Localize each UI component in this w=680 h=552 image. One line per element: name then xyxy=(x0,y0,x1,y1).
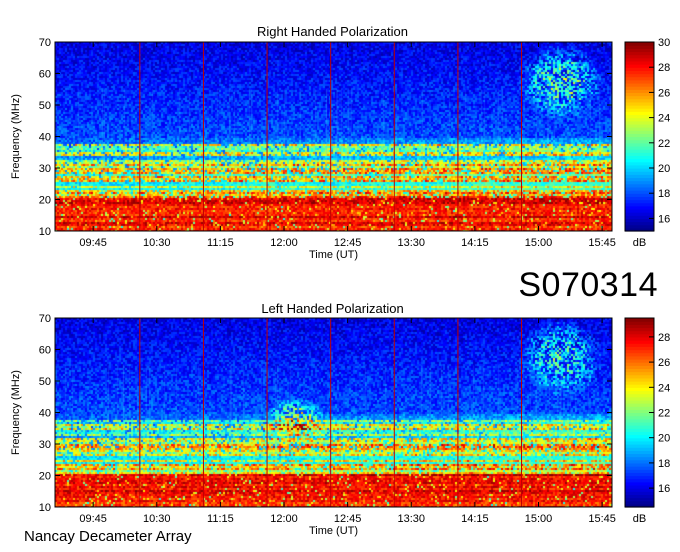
colorbar-tick-label: 20 xyxy=(658,433,670,445)
y-tick-label: 40 xyxy=(39,408,51,420)
colorbar-tick-label: 16 xyxy=(658,483,670,495)
colorbar-tick-label: 24 xyxy=(658,382,670,394)
y-tick-label: 60 xyxy=(39,69,51,81)
x-tick-label: 15:45 xyxy=(588,237,616,249)
x-tick-label: 15:45 xyxy=(588,513,616,525)
colorbar-label: dB xyxy=(633,513,646,525)
spectrogram-right: 10 20 30 40 50 60 70 09:45 10:30 11:15 12:00 12:45 1… xyxy=(10,37,670,261)
colorbar-tick-label: 22 xyxy=(658,138,670,150)
x-tick-label: 15:00 xyxy=(525,513,553,525)
y-tick-label: 50 xyxy=(39,100,51,112)
spectrogram-left: 10 20 30 40 50 60 70 09:45 10:30 11:15 12:00 12:45 1… xyxy=(10,313,670,537)
colorbar-tick-label: 18 xyxy=(658,188,670,200)
colorbar-tick-label: 16 xyxy=(658,213,670,225)
colorbar-tick-label: 18 xyxy=(658,458,670,470)
y-tick-label: 30 xyxy=(39,163,51,175)
x-axis-label: Time (UT) xyxy=(309,249,358,261)
colorbar-tick-label: 30 xyxy=(658,37,670,49)
x-tick-label: 11:15 xyxy=(207,513,234,525)
x-tick-label: 11:15 xyxy=(207,237,234,249)
colorbar-tick-label: 20 xyxy=(658,163,670,175)
y-tick-label: 60 xyxy=(39,345,51,357)
y-tick-label: 20 xyxy=(39,195,51,207)
y-tick-label: 20 xyxy=(39,471,51,483)
x-tick-label: 13:30 xyxy=(397,237,425,249)
x-axis-label: Time (UT) xyxy=(309,525,358,537)
x-tick-label: 12:45 xyxy=(334,513,362,525)
x-tick-label: 14:15 xyxy=(461,237,489,249)
y-tick-label: 70 xyxy=(39,37,51,49)
x-tick-label: 14:15 xyxy=(461,513,489,525)
colorbar-tick-label: 28 xyxy=(658,332,670,344)
colorbar-step xyxy=(625,42,654,46)
colorbar-tick-label: 28 xyxy=(658,62,670,74)
y-tick-label: 70 xyxy=(39,313,51,325)
y-tick-label: 50 xyxy=(39,376,51,388)
colorbar-tick-label: 26 xyxy=(658,87,670,99)
x-tick-label: 12:45 xyxy=(334,237,362,249)
x-tick-label: 15:00 xyxy=(525,237,553,249)
x-tick-label: 12:00 xyxy=(270,513,298,525)
colorbar-tick-label: 24 xyxy=(658,113,670,125)
y-axis-label: Frequency (MHz) xyxy=(10,94,22,179)
x-tick-label: 10:30 xyxy=(143,237,171,249)
x-tick-label: 10:30 xyxy=(143,513,171,525)
spectrogram-raster xyxy=(55,318,612,507)
x-tick-label: 09:45 xyxy=(79,513,107,525)
y-tick-label: 30 xyxy=(39,439,51,451)
spectrogram-raster xyxy=(55,42,612,231)
y-tick-label: 10 xyxy=(39,226,51,238)
instrument-name: Nancay Decameter Array xyxy=(24,528,192,545)
colorbar-label: dB xyxy=(633,237,646,249)
x-tick-label: 13:30 xyxy=(397,513,425,525)
colorbar-tick-label: 26 xyxy=(658,357,670,369)
x-tick-label: 09:45 xyxy=(79,237,107,249)
y-tick-label: 10 xyxy=(39,502,51,514)
y-tick-label: 40 xyxy=(39,132,51,144)
y-axis-label: Frequency (MHz) xyxy=(10,370,22,455)
colorbar-tick-label: 22 xyxy=(658,408,670,420)
x-tick-label: 12:00 xyxy=(270,237,298,249)
colorbar-step xyxy=(625,318,654,322)
